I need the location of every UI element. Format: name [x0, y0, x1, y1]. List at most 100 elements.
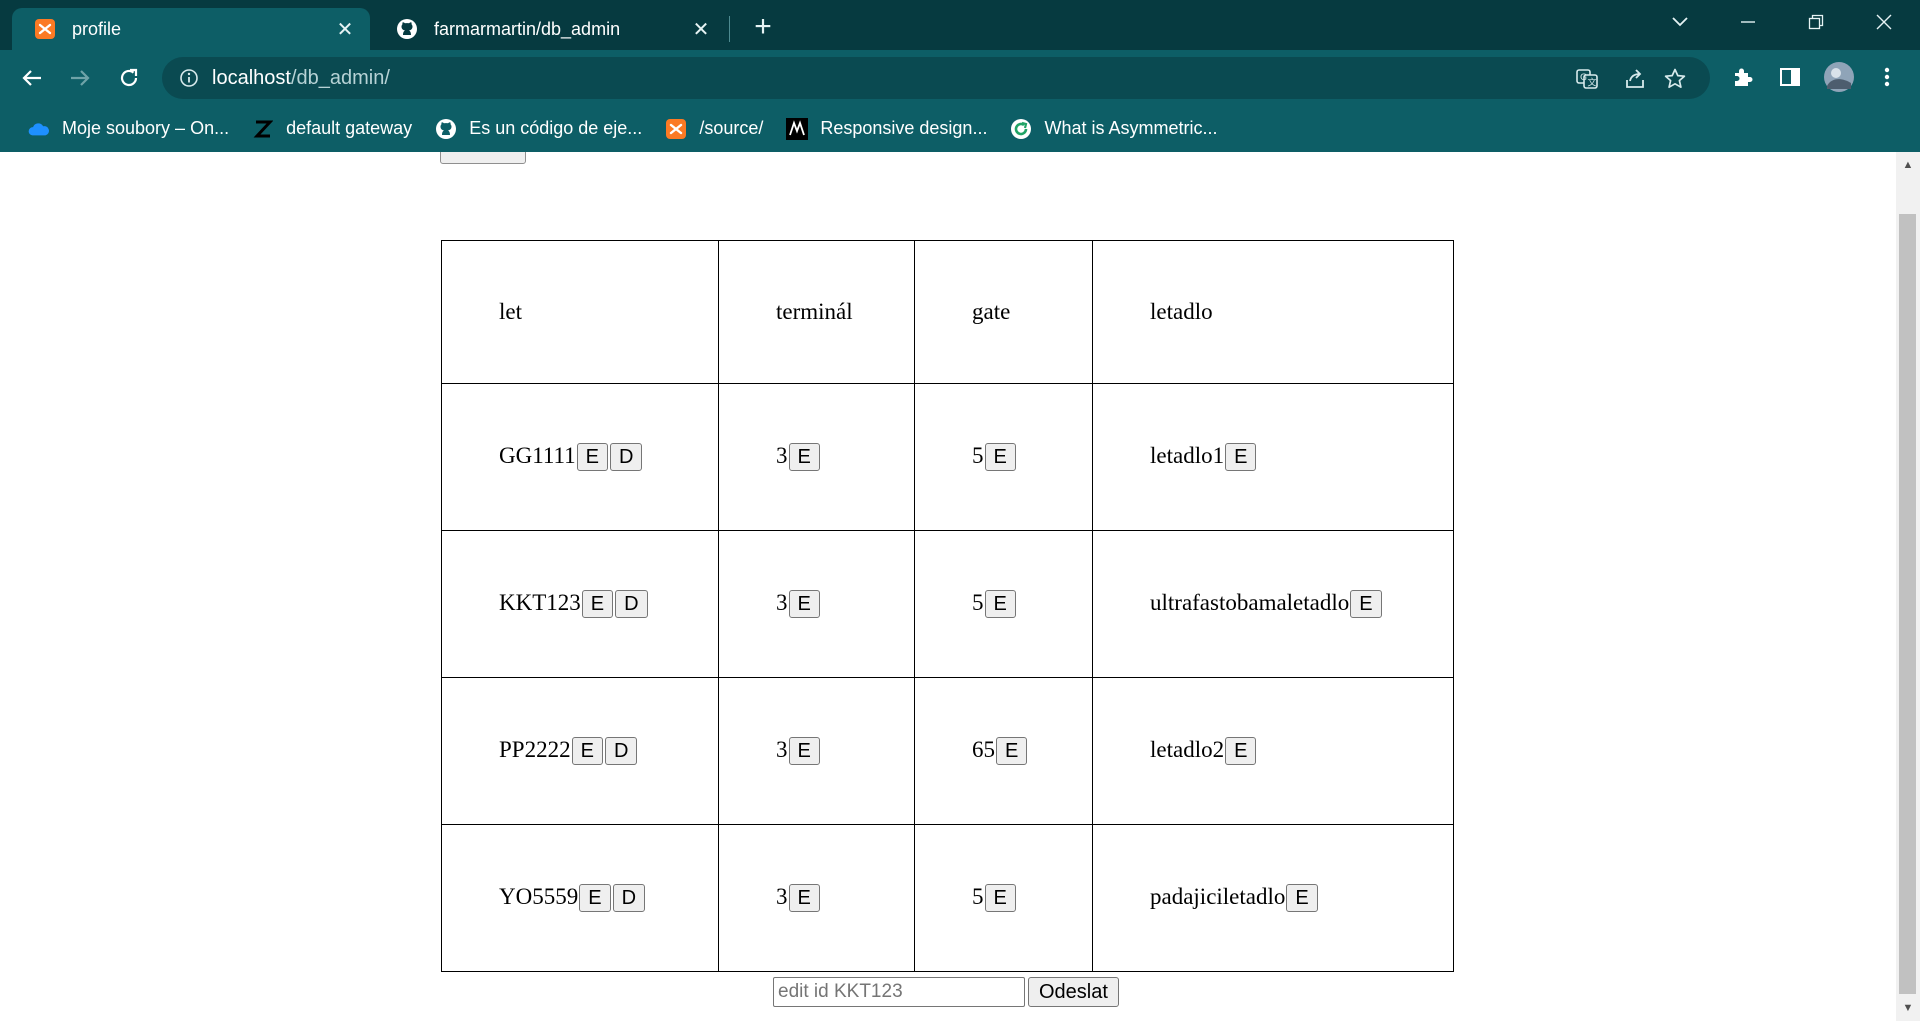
- bookmark-responsive-design[interactable]: Responsive design...: [778, 112, 995, 146]
- back-button[interactable]: [13, 59, 51, 97]
- cell-gate: 5E: [914, 383, 1093, 531]
- bookmark-codigo[interactable]: Es un código de eje...: [427, 112, 650, 146]
- edit-button[interactable]: E: [1350, 590, 1382, 619]
- flight-id: GG1111: [499, 442, 576, 468]
- edit-button[interactable]: E: [579, 884, 611, 913]
- scrolled-button[interactable]: [440, 152, 526, 164]
- bookmark-label: Responsive design...: [820, 118, 988, 138]
- bookmark-label: What is Asymmetric...: [1044, 118, 1218, 138]
- svg-text:G: G: [1580, 73, 1587, 83]
- cell-terminal: 3E: [718, 824, 915, 972]
- tab-search-icon[interactable]: [1660, 6, 1700, 38]
- cell-terminal: 3E: [718, 383, 915, 531]
- header-let: let: [441, 240, 719, 384]
- edit-button[interactable]: E: [984, 884, 1016, 913]
- m-icon: [786, 117, 809, 140]
- new-tab-button[interactable]: +: [748, 10, 778, 43]
- forward-arrow-icon: [71, 70, 90, 86]
- github-icon: [435, 118, 457, 140]
- header-terminal: terminál: [718, 240, 915, 384]
- table-row: PP2222 E D 3E 65 E letadlo2 E: [441, 677, 1454, 825]
- reload-button[interactable]: [110, 59, 148, 97]
- url-host: localhost: [212, 67, 291, 89]
- scroll-thumb[interactable]: [1899, 214, 1916, 994]
- edit-id-input[interactable]: [773, 977, 1025, 1007]
- bookmark-source[interactable]: /source/: [657, 112, 771, 146]
- tab-profile[interactable]: profile ✕: [12, 8, 370, 50]
- vertical-scrollbar[interactable]: ▲ ▼: [1896, 152, 1920, 1021]
- gate-value: 5: [972, 883, 984, 909]
- flight-id: KKT123: [499, 589, 581, 615]
- reload-icon: [120, 68, 138, 87]
- edit-button[interactable]: E: [788, 737, 820, 766]
- scroll-up-arrow-icon[interactable]: ▲: [1896, 154, 1920, 176]
- submit-button[interactable]: Odeslat: [1028, 977, 1119, 1007]
- edit-button[interactable]: E: [1225, 737, 1257, 766]
- more-menu-icon[interactable]: [1872, 62, 1902, 92]
- bookmark-onedrive[interactable]: Moje soubory – On...: [20, 112, 237, 146]
- back-arrow-icon: [22, 70, 41, 86]
- tab-github[interactable]: farmarmartin/db_admin ✕: [374, 8, 726, 50]
- cell-letadlo: letadlo2 E: [1092, 677, 1454, 825]
- terminal-value: 3: [776, 442, 788, 468]
- cell-gate: 5E: [914, 530, 1093, 678]
- flight-id: YO5559: [499, 883, 579, 909]
- bookmark-default-gateway[interactable]: default gateway: [244, 112, 420, 146]
- edit-button[interactable]: E: [581, 590, 614, 619]
- delete-button[interactable]: D: [604, 737, 638, 766]
- minimize-icon[interactable]: [1728, 6, 1768, 38]
- page-content: let terminál gate letadlo GG1111 E D 3E 5E…: [0, 152, 1896, 1021]
- table-row: GG1111 E D 3E 5E letadlo1 E: [441, 383, 1454, 531]
- cell-terminal: 3E: [718, 530, 915, 678]
- scroll-down-arrow-icon[interactable]: ▼: [1896, 997, 1920, 1019]
- cell-let: KKT123 E D: [441, 530, 719, 678]
- edit-button[interactable]: E: [984, 443, 1016, 472]
- table-header-row: let terminál gate letadlo: [441, 240, 1454, 384]
- edit-button[interactable]: E: [571, 737, 603, 766]
- tab-divider: [729, 16, 730, 42]
- edit-form: Odeslat: [773, 977, 1119, 1007]
- edit-button[interactable]: E: [984, 590, 1016, 619]
- delete-button[interactable]: D: [610, 443, 643, 472]
- terminal-value: 3: [776, 736, 788, 762]
- restore-icon[interactable]: [1796, 6, 1836, 38]
- edit-button[interactable]: E: [576, 443, 609, 472]
- side-panel-icon[interactable]: [1775, 62, 1805, 92]
- aircraft-value: letadlo2: [1150, 736, 1225, 762]
- site-info-icon[interactable]: [178, 67, 200, 89]
- share-icon[interactable]: [1622, 66, 1648, 92]
- forward-button[interactable]: [61, 59, 99, 97]
- edit-button[interactable]: E: [1286, 884, 1318, 913]
- bookmark-star-icon[interactable]: [1662, 66, 1688, 92]
- close-tab-icon[interactable]: ✕: [334, 18, 356, 41]
- extensions-icon[interactable]: [1728, 62, 1758, 92]
- flight-id: PP2222: [499, 736, 571, 762]
- close-window-icon[interactable]: [1864, 6, 1904, 38]
- cell-gate: 5E: [914, 824, 1093, 972]
- close-tab-icon[interactable]: ✕: [690, 18, 712, 41]
- xampp-icon: [665, 118, 687, 140]
- table-row: YO5559 E D 3E 5E padajiciletadlo E: [441, 824, 1454, 972]
- edit-button[interactable]: E: [788, 884, 820, 913]
- bookmarks-bar: Moje soubory – On... default gateway Es …: [0, 105, 1920, 152]
- tab-title: farmarmartin/db_admin: [434, 18, 621, 39]
- onedrive-icon: [28, 118, 50, 140]
- flights-table: let terminál gate letadlo GG1111 E D 3E 5E…: [441, 240, 1454, 972]
- bookmark-label: Es un código de eje...: [469, 118, 643, 138]
- edit-button[interactable]: E: [788, 590, 820, 619]
- delete-button[interactable]: D: [612, 884, 646, 913]
- bookmark-asymmetric[interactable]: What is Asymmetric...: [1002, 112, 1225, 146]
- refresh-circle-icon: [1010, 118, 1032, 140]
- address-bar[interactable]: localhost/db_admin/ G文: [162, 57, 1710, 99]
- edit-button[interactable]: E: [1225, 443, 1257, 472]
- translate-icon[interactable]: G文: [1574, 66, 1600, 92]
- edit-button[interactable]: E: [788, 443, 820, 472]
- profile-avatar[interactable]: [1822, 60, 1856, 94]
- gate-value: 5: [972, 589, 984, 615]
- edit-button[interactable]: E: [996, 737, 1028, 766]
- xampp-icon: [34, 18, 56, 40]
- delete-button[interactable]: D: [615, 590, 648, 619]
- browser-toolbar: localhost/db_admin/ G文: [0, 50, 1920, 105]
- cell-gate: 65 E: [914, 677, 1093, 825]
- gate-value: 5: [972, 442, 984, 468]
